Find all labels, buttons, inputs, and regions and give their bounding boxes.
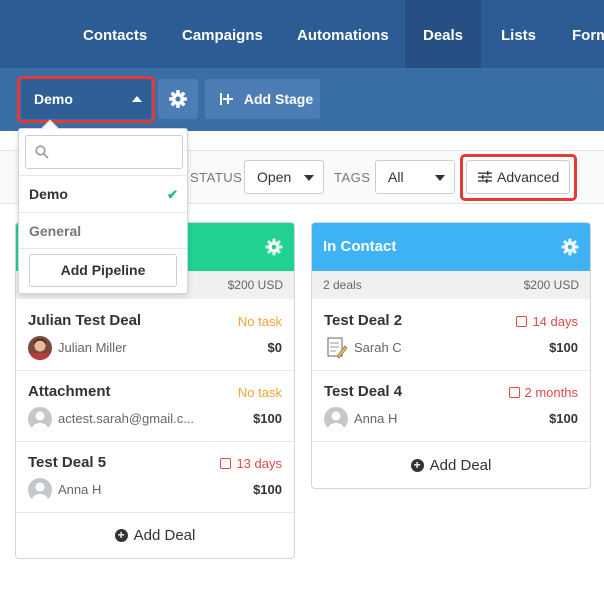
deal-task-label: 2 months bbox=[524, 385, 578, 400]
gear-icon bbox=[169, 90, 187, 108]
add-deal-button[interactable]: + Add Deal bbox=[312, 444, 590, 488]
stage-summary: 2 deals $200 USD bbox=[312, 271, 590, 299]
stage-total: $200 USD bbox=[523, 278, 579, 292]
deal-amount: $100 bbox=[253, 411, 282, 426]
deal-task-status: 14 days bbox=[516, 314, 578, 329]
gear-icon[interactable] bbox=[264, 237, 284, 257]
pipeline-option-label: General bbox=[29, 223, 82, 239]
pipeline-option-general[interactable]: General bbox=[19, 212, 187, 249]
checkmark-icon: ✔ bbox=[167, 187, 178, 202]
highlight-pipeline-select bbox=[17, 76, 155, 123]
gear-icon[interactable] bbox=[560, 237, 580, 257]
top-nav: Contacts Campaigns Automations Deals Lis… bbox=[0, 0, 604, 68]
nav-deals[interactable]: Deals bbox=[405, 0, 481, 68]
add-stage-label: Add Stage bbox=[243, 91, 314, 107]
deal-task-label: 14 days bbox=[532, 314, 578, 329]
pipeline-search-input[interactable] bbox=[25, 135, 183, 169]
add-column-icon bbox=[220, 91, 238, 107]
deal-contact: Anna H bbox=[354, 411, 398, 426]
nav-lists[interactable]: Lists bbox=[501, 0, 536, 68]
deal-contact: Sarah C bbox=[354, 340, 402, 355]
deal-card[interactable]: Test Deal 5 13 days Anna H $100 bbox=[16, 442, 294, 513]
deal-contact: Julian Miller bbox=[58, 340, 127, 355]
deal-contact: actest.sarah@gmail.c... bbox=[58, 411, 195, 426]
nav-campaigns[interactable]: Campaigns bbox=[182, 0, 263, 68]
pipeline-option-demo[interactable]: Demo ✔ bbox=[19, 175, 187, 212]
nav-contacts[interactable]: Contacts bbox=[83, 0, 147, 68]
caret-down-icon bbox=[304, 175, 314, 181]
deal-amount: $100 bbox=[549, 411, 578, 426]
deal-task-status: 13 days bbox=[220, 456, 282, 471]
deal-task-label: 13 days bbox=[236, 456, 282, 471]
status-filter-select[interactable]: Open bbox=[244, 160, 324, 194]
pipeline-settings-button[interactable] bbox=[158, 79, 198, 119]
task-check-icon bbox=[220, 458, 232, 469]
add-pipeline-button[interactable]: Add Pipeline bbox=[29, 254, 177, 287]
deal-amount: $0 bbox=[267, 340, 282, 355]
add-pipeline-label: Add Pipeline bbox=[60, 262, 146, 278]
stage-total: $200 USD bbox=[227, 278, 283, 292]
task-check-icon bbox=[516, 316, 528, 327]
caret-down-icon bbox=[435, 175, 445, 181]
avatar bbox=[324, 336, 348, 360]
avatar bbox=[28, 478, 52, 502]
highlight-advanced-button bbox=[460, 154, 577, 201]
add-stage-button[interactable]: Add Stage bbox=[205, 79, 320, 119]
stage-column: In Contact 2 deals $200 USD Test Deal 2 … bbox=[311, 222, 591, 489]
tags-filter-select[interactable]: All bbox=[375, 160, 455, 194]
deal-card[interactable]: Test Deal 2 14 days Sarah C $100 bbox=[312, 300, 590, 371]
stage-deal-count: 2 deals bbox=[323, 278, 362, 292]
search-icon bbox=[35, 145, 49, 159]
deal-title: Test Deal 4 bbox=[324, 383, 403, 400]
deal-card[interactable]: Test Deal 4 2 months Anna H $100 bbox=[312, 371, 590, 442]
divider bbox=[19, 248, 187, 249]
avatar bbox=[28, 336, 52, 360]
deal-title: Attachment bbox=[28, 383, 111, 400]
plus-circle-icon: + bbox=[114, 529, 128, 542]
tags-filter-value: All bbox=[388, 169, 404, 185]
task-check-icon bbox=[508, 387, 520, 398]
nav-automations[interactable]: Automations bbox=[297, 0, 389, 68]
pipeline-option-label: Demo bbox=[29, 186, 68, 202]
deal-title: Julian Test Deal bbox=[28, 312, 142, 329]
deal-card[interactable]: Julian Test Deal No task Julian Miller $… bbox=[16, 300, 294, 371]
stage-header: In Contact bbox=[312, 223, 590, 271]
add-deal-label: Add Deal bbox=[429, 457, 492, 474]
status-filter-value: Open bbox=[257, 169, 292, 185]
avatar bbox=[28, 407, 52, 431]
deal-amount: $100 bbox=[253, 482, 282, 497]
deal-task-status: No task bbox=[237, 385, 282, 400]
deal-task-status: No task bbox=[237, 314, 282, 329]
deal-contact: Anna H bbox=[58, 482, 102, 497]
deal-card[interactable]: Attachment No task actest.sarah@gmail.c.… bbox=[16, 371, 294, 442]
deal-title: Test Deal 2 bbox=[324, 312, 403, 329]
deal-title: Test Deal 5 bbox=[28, 454, 107, 471]
avatar bbox=[324, 407, 348, 431]
add-deal-label: Add Deal bbox=[133, 527, 196, 544]
stage-title: In Contact bbox=[323, 238, 397, 255]
deal-task-status: 2 months bbox=[508, 385, 578, 400]
nav-forms[interactable]: Form bbox=[572, 0, 604, 68]
status-filter-label: STATUS bbox=[190, 170, 243, 185]
tags-filter-label: TAGS bbox=[334, 170, 371, 185]
deal-amount: $100 bbox=[549, 340, 578, 355]
add-deal-button[interactable]: + Add Deal bbox=[16, 514, 294, 558]
plus-circle-icon: + bbox=[410, 459, 424, 472]
